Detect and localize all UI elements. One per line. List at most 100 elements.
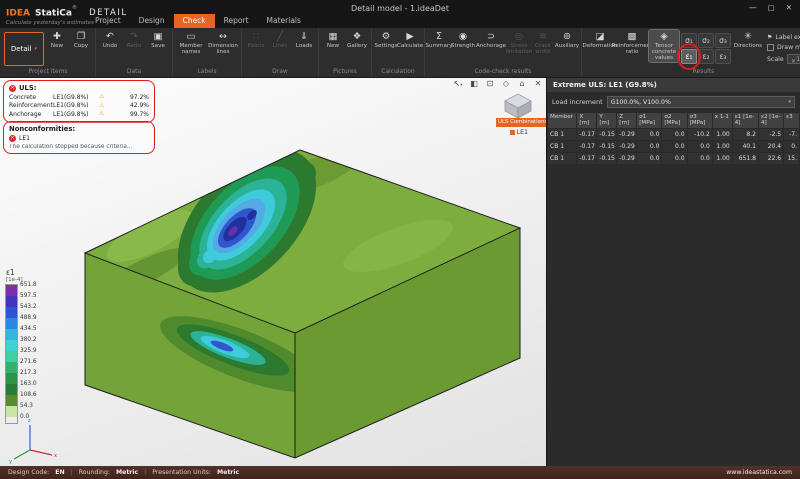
directions-button[interactable]: ✳ Directions [733,30,763,50]
combination-item-le1[interactable]: LE1 [510,129,528,136]
reinforcement-ratio-icon: ▩ [628,31,637,43]
units-value[interactable]: Metric [217,469,239,476]
sigma3-button[interactable]: σ₃ [715,33,731,48]
chevron-down-icon: ▾ [35,46,38,52]
col-eps3[interactable]: ε3 [784,113,800,129]
website-link[interactable]: www.ideastatica.com [726,469,792,476]
check-row-anchorage[interactable]: Anchorage LE1(G9.8%) ⚠ 99.7% [9,110,149,119]
copy-icon: ❐ [77,31,86,43]
new-project-item-button[interactable]: ✚ New [46,30,68,50]
minimize-icon[interactable]: — [749,3,757,12]
eps2-button[interactable]: ε₂ [698,49,714,64]
deformation-button[interactable]: ◪ Deformation [585,30,615,50]
new-icon: ✚ [53,31,61,43]
col-eps1[interactable]: ε1 [1e-4] [732,113,758,129]
detail-button[interactable]: Detail ▾ [4,32,44,66]
viewport[interactable]: z x y ↖▾ ◧ ⊡ ◇ ⌂ ✕ ULS Combinations LE1 [0,78,546,466]
legend-value: 597.5 [20,291,37,302]
results-panel: Extreme ULS: LE1 (G9.8%) Load increment … [546,78,800,466]
col-z[interactable]: Z [m] [617,113,637,129]
axonometry-icon[interactable]: ◇ [501,79,511,88]
auxiliary-button[interactable]: ⊚ Auxiliary [556,30,578,50]
draw-mesh-checkbox[interactable] [767,44,774,51]
tab-report[interactable]: Report [215,14,258,28]
legend-value: 54.3 [20,401,37,412]
maximize-icon[interactable]: ▢ [768,3,775,12]
col-member[interactable]: Member [548,113,577,129]
eps3-button[interactable]: ε₃ [715,49,731,64]
settings-button[interactable]: ⚙ Settings [375,30,397,50]
dimension-lines-button[interactable]: ↔ Dimension lines [208,30,238,56]
col-x[interactable]: X [m] [577,113,597,129]
legend-symbol: ε1 [6,268,37,277]
legend-value: 325.9 [20,346,37,357]
tab-design[interactable]: Design [130,14,174,28]
copy-button[interactable]: ❐ Copy [70,30,92,50]
crack-width-button: ≋ Crack width [532,30,554,56]
table-row[interactable]: CB 1-0.17-0.15-0.29 0.00.00.01.00 651.82… [548,152,800,164]
warning-icon: ⚠ [99,110,109,118]
ribbon-collapse-icon[interactable]: ✕ [791,58,796,65]
load-increment-select[interactable]: G100.0%, V100.0% ▾ [607,96,795,108]
col-y[interactable]: Y [m] [597,113,617,129]
ribbon: Detail ▾ ✚ New ❐ Copy Project items ↶ Un… [0,28,800,78]
undo-button[interactable]: ↶ Undo [99,30,121,50]
legend-value: 651.8 [20,280,37,291]
gallery-icon: ❖ [353,31,362,43]
legend-color-band [6,296,17,307]
summary-button[interactable]: Σ Summary [428,30,450,50]
legend-value: 217.3 [20,368,37,379]
tensor-concrete-values-button[interactable]: ◈ Tensor concrete values [649,30,679,62]
design-code-value[interactable]: EN [55,469,64,476]
close-icon[interactable]: ✕ [786,3,792,12]
table-row[interactable]: CB 1-0.17-0.15-0.29 0.00.0-10.21.00 8.2-… [548,128,800,140]
table-row[interactable]: CB 1-0.17-0.15-0.29 0.00.00.01.00 40.120… [548,140,800,152]
legend-color-band [6,351,17,362]
col-sigma1[interactable]: σ1 [MPa] [637,113,662,129]
home-view-icon[interactable]: ⌂ [517,79,527,88]
stress-limitation-button: ◎ Stress limitation [508,30,530,56]
table-body: CB 1-0.17-0.15-0.29 0.00.0-10.21.00 8.2-… [548,128,800,164]
close-view-icon[interactable]: ✕ [533,79,543,88]
save-button[interactable]: ▣ Save [147,30,169,50]
check-row-concrete[interactable]: Concrete LE1(G9.8%) ⚠ 97.2% [9,93,149,102]
strength-button[interactable]: ◉ Strength [452,30,474,50]
uls-combinations-badge[interactable]: ULS Combinations [496,118,546,127]
navigation-cube[interactable] [502,92,534,120]
check-row-reinforcement[interactable]: Reinforcement LE1(G9.8%) ⚠ 42.9% [9,102,149,111]
anchorage-button[interactable]: ⊃ Anchorage [476,30,506,50]
tab-project[interactable]: Project [86,14,130,28]
member-names-button[interactable]: ▭ Member names [176,30,206,56]
reinforcement-ratio-button[interactable]: ▩ Reinforcement ratio [617,30,647,56]
col-sigma3[interactable]: σ3 [MPa] [687,113,712,129]
col-x11[interactable]: x 1-1 [712,113,732,129]
new-picture-button[interactable]: ▦ New [322,30,344,50]
col-sigma2[interactable]: σ2 [MPa] [662,113,687,129]
save-icon: ▣ [154,31,163,43]
ribbon-group-results: ◪ Deformation ▩ Reinforcement ratio ◈ Te… [582,28,800,77]
sigma2-button[interactable]: σ₂ [698,33,714,48]
warning-icon: ⚠ [99,93,109,101]
legend-value: 380.2 [20,335,37,346]
ribbon-group-project-items: Detail ▾ ✚ New ❐ Copy Project items [1,28,96,77]
calculate-icon: ▶ [406,31,413,43]
ribbon-group-calculation: ⚙ Settings ▶ Calculate Calculation [372,28,425,77]
label-extreme-toggle[interactable]: ⚑ Label extreme [767,34,800,41]
nonconformity-item[interactable]: ✕ LE1 [9,134,149,144]
tab-materials[interactable]: Materials [258,14,310,28]
tab-check[interactable]: Check [174,14,215,28]
viewport-toolbar: ↖▾ ◧ ⊡ ◇ ⌂ ✕ [453,79,543,88]
legend-color-band [6,395,17,406]
select-tool-icon[interactable]: ↖▾ [453,79,463,88]
loads-button[interactable]: ⇓ Loads [293,30,315,50]
gallery-button[interactable]: ❖ Gallery [346,30,368,50]
display-mode-icon[interactable]: ◧ [469,79,479,88]
eps1-button[interactable]: ε₁ [681,49,697,64]
sigma1-button[interactable]: σ₁ [681,33,697,48]
draw-mesh-toggle[interactable]: Draw mesh [767,44,800,51]
rounding-value[interactable]: Metric [116,469,138,476]
section-plane-icon[interactable]: ⊡ [485,79,495,88]
calculate-button[interactable]: ▶ Calculate [399,30,421,50]
summary-icon: Σ [436,31,442,43]
col-eps2[interactable]: ε2 [1e-4] [758,113,783,129]
